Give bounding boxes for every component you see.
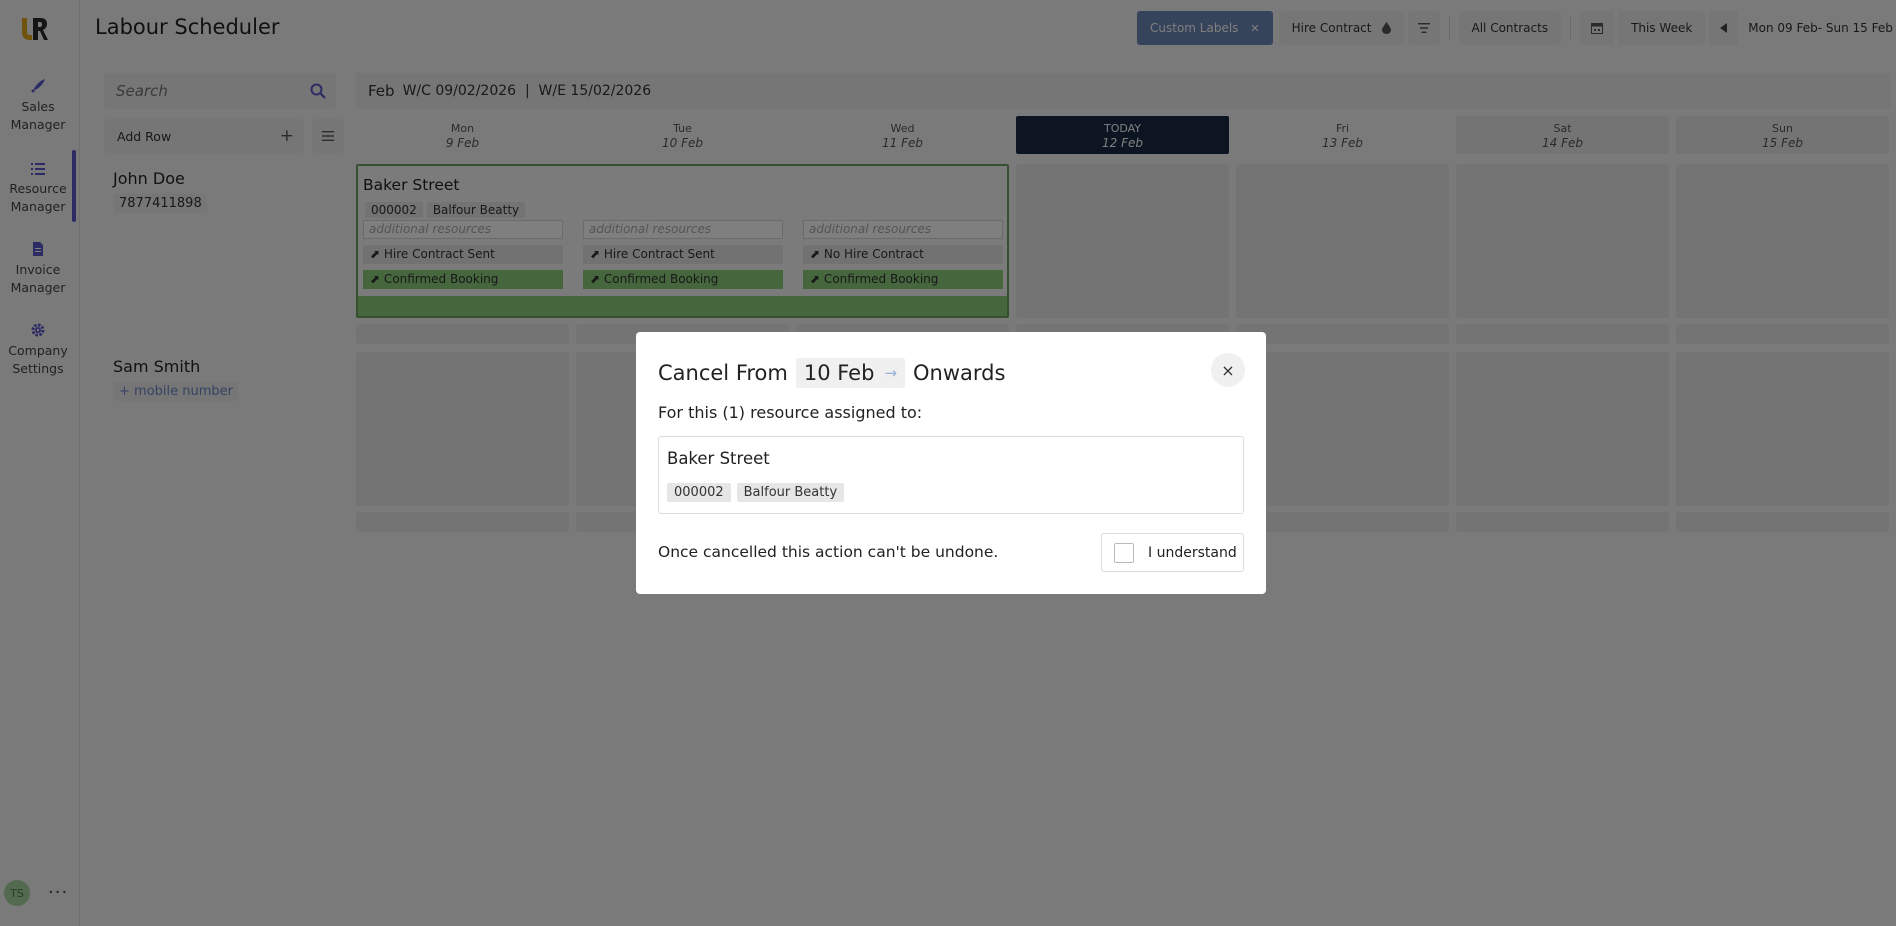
dialog-title: Cancel From 10 Feb → Onwards [658, 358, 1005, 388]
job-code-tag: 000002 [667, 483, 731, 502]
client-tag: Balfour Beatty [736, 483, 845, 502]
checkbox-box[interactable] [1114, 542, 1134, 563]
cancel-booking-dialog: Cancel From 10 Feb → Onwards × For this … [636, 332, 1266, 594]
assignment-summary: Baker Street 000002 Balfour Beatty [658, 436, 1244, 514]
i-understand-checkbox[interactable]: I understand [1101, 533, 1244, 572]
dialog-subtitle: For this (1) resource assigned to: [658, 403, 923, 422]
warning-text: Once cancelled this action can't be undo… [658, 543, 999, 561]
checkbox-label: I understand [1148, 544, 1237, 561]
dialog-title-suffix: Onwards [913, 361, 1006, 385]
assignment-title: Baker Street [667, 449, 770, 468]
cancel-date: 10 Feb [803, 361, 875, 385]
assignment-tags: 000002 Balfour Beatty [667, 481, 850, 502]
arrow-right-icon: → [884, 364, 898, 382]
cancel-date-picker[interactable]: 10 Feb → [795, 358, 906, 388]
close-button[interactable]: × [1211, 353, 1245, 387]
dialog-title-prefix: Cancel From [658, 361, 788, 385]
